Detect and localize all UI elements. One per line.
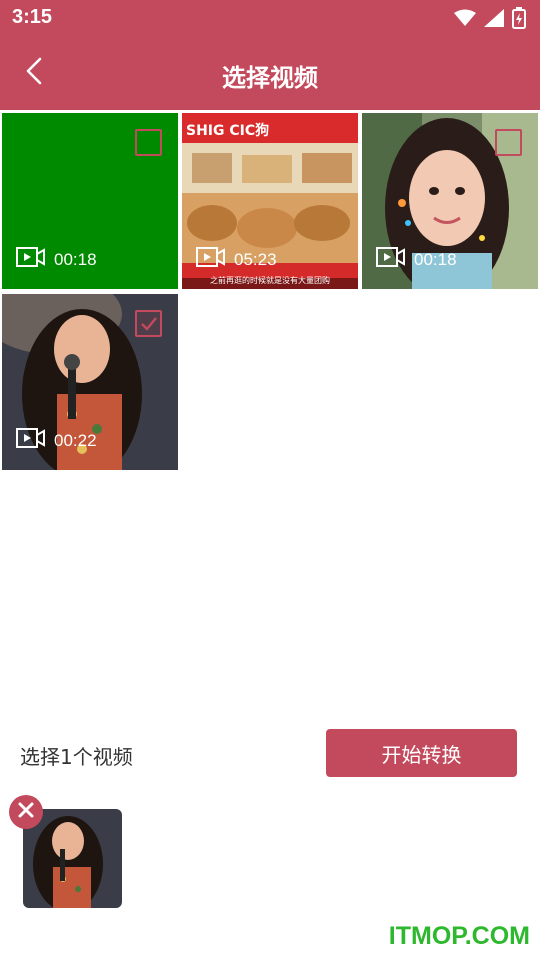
video-duration: 00:22 bbox=[16, 427, 97, 454]
selection-bar: 选择1个视频 开始转换 bbox=[0, 726, 540, 780]
select-checkbox[interactable] bbox=[135, 310, 162, 337]
select-checkbox[interactable] bbox=[135, 129, 162, 156]
video-camera-icon bbox=[16, 246, 46, 273]
checkmark-icon bbox=[137, 317, 160, 339]
app-root: 3:15 选择视频 00:18 SHIG CIC狗 之前再逛的时候就是没有大量团… bbox=[0, 0, 540, 960]
watermark-logo: ITMOP.COM bbox=[388, 922, 530, 950]
video-tile[interactable]: 00:18 bbox=[362, 113, 538, 289]
duration-text: 05:23 bbox=[234, 249, 277, 269]
duration-text: 00:22 bbox=[54, 430, 97, 450]
start-convert-button[interactable]: 开始转换 bbox=[326, 729, 517, 777]
select-checkbox[interactable] bbox=[495, 129, 522, 156]
status-icons bbox=[454, 7, 526, 33]
video-camera-icon bbox=[16, 427, 46, 454]
video-caption: 之前再逛的时候就是没有大量团购 bbox=[210, 276, 330, 285]
video-tile[interactable]: 00:18 bbox=[2, 113, 178, 289]
status-time: 3:15 bbox=[12, 6, 53, 28]
video-tile[interactable]: 00:22 bbox=[2, 294, 178, 470]
video-duration: 00:18 bbox=[376, 246, 457, 273]
remove-selected-button[interactable] bbox=[9, 795, 43, 829]
close-icon bbox=[17, 801, 35, 823]
video-duration: 00:18 bbox=[16, 246, 97, 273]
selected-count-text: 选择1个视频 bbox=[20, 745, 133, 769]
status-bar: 3:15 bbox=[0, 0, 540, 36]
video-camera-icon bbox=[196, 246, 226, 273]
battery-charging-icon bbox=[512, 7, 526, 33]
signal-icon bbox=[484, 9, 504, 31]
video-camera-icon bbox=[376, 246, 406, 273]
video-duration: 05:23 bbox=[196, 246, 277, 273]
app-header: 选择视频 bbox=[0, 36, 540, 110]
duration-text: 00:18 bbox=[414, 249, 457, 269]
svg-text:SHIG CIC狗: SHIG CIC狗 bbox=[186, 122, 269, 139]
page-title: 选择视频 bbox=[222, 64, 318, 92]
duration-text: 00:18 bbox=[54, 249, 97, 269]
wifi-icon bbox=[454, 9, 476, 31]
video-tile[interactable]: SHIG CIC狗 之前再逛的时候就是没有大量团购 05:23 bbox=[182, 113, 358, 289]
